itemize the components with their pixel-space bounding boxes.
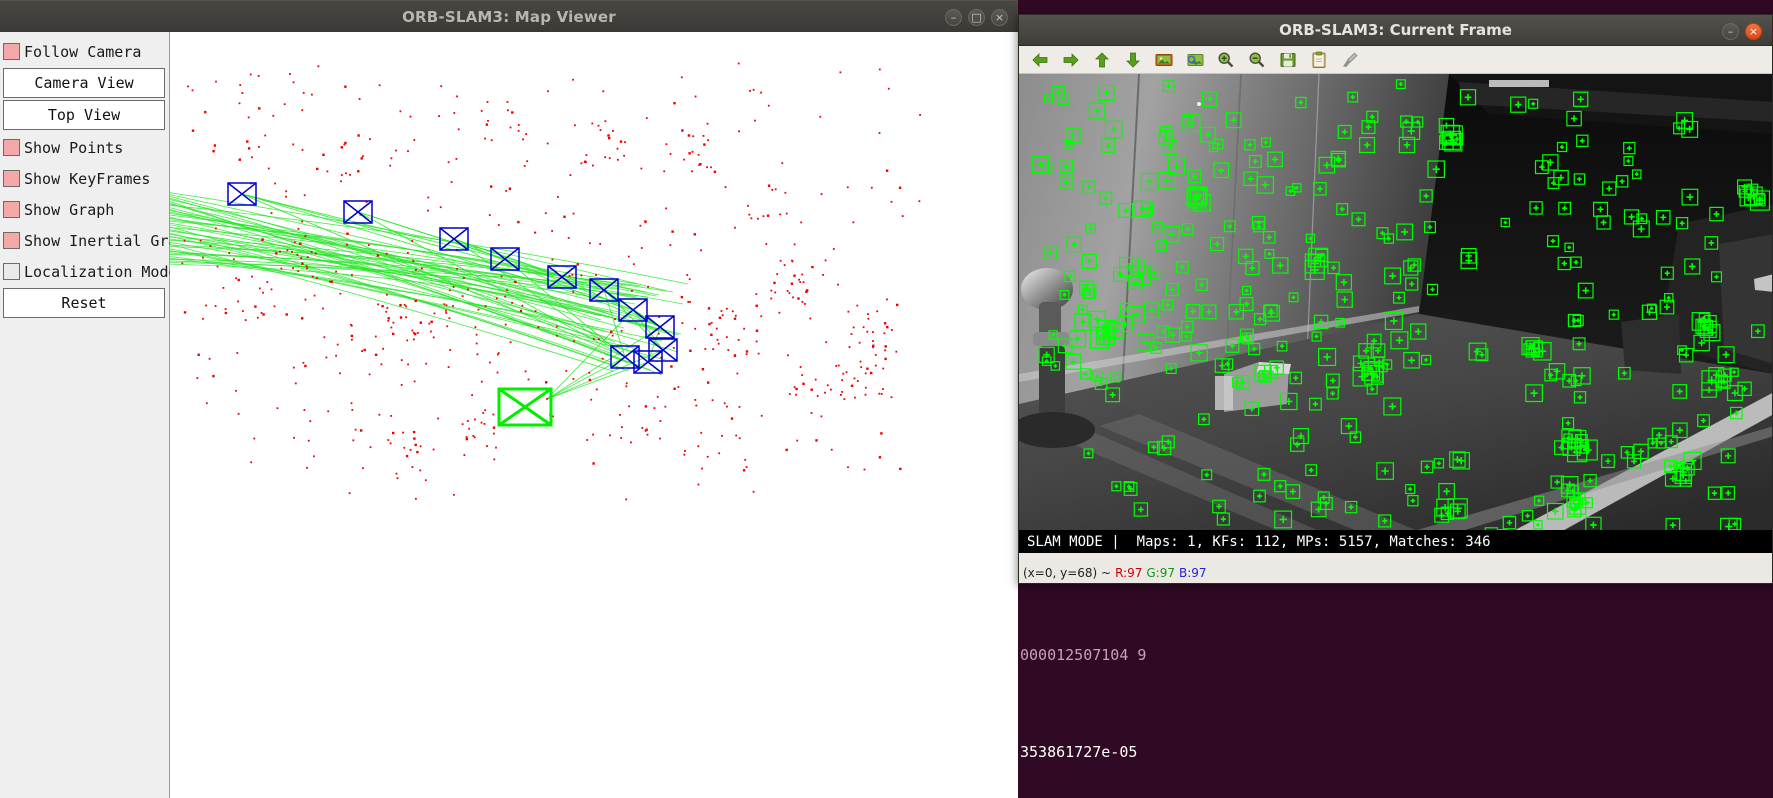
keyframe-frustum xyxy=(227,182,257,206)
screen: caseyd@ubuntu:~/catkin_ws/src/ORB_SLAM3$… xyxy=(0,0,1773,798)
keyframe-frustum xyxy=(589,278,619,302)
checkbox-box-show-inertial-graph[interactable] xyxy=(3,232,20,249)
current-frame-titlebar[interactable]: ORB-SLAM3: Current Frame – × xyxy=(1019,15,1772,46)
close-icon[interactable]: × xyxy=(1745,22,1762,40)
keyframe-frustum xyxy=(497,387,553,427)
orb-feature-render xyxy=(1019,74,1772,544)
close-glyph: × xyxy=(994,10,1005,24)
terminal-line-1: 353861727e-05 xyxy=(1020,743,1138,761)
label-show-points: Show Points xyxy=(24,138,124,157)
current-frame-title: ORB-SLAM3: Current Frame xyxy=(1279,21,1512,39)
checkbox-box-show-keyframes[interactable] xyxy=(3,170,20,187)
map-viewer-3d-canvas[interactable] xyxy=(170,32,1018,798)
clipboard-icon[interactable] xyxy=(1308,49,1330,71)
minimize-icon[interactable]: – xyxy=(945,8,962,26)
checkbox-show-points[interactable]: Show Points xyxy=(2,132,169,163)
terminal-line-0: 000012507104 9 xyxy=(1020,646,1147,664)
minimize-icon[interactable]: – xyxy=(1722,22,1739,40)
brush-icon[interactable] xyxy=(1339,49,1361,71)
down-icon[interactable] xyxy=(1122,49,1144,71)
map-viewer-body: Follow Camera Camera View Top View Show … xyxy=(0,32,1018,798)
pixel-red: R:97 xyxy=(1115,566,1143,580)
map-viewer-window-controls: – □ × xyxy=(945,1,1008,33)
maximize-glyph: □ xyxy=(971,10,982,24)
minimize-glyph: – xyxy=(1727,24,1734,38)
map-render xyxy=(170,62,921,501)
label-show-graph: Show Graph xyxy=(24,200,115,219)
keyframe-frustum xyxy=(648,338,678,362)
save-icon[interactable] xyxy=(1277,49,1299,71)
checkbox-box-localization-mode[interactable] xyxy=(3,263,20,280)
current-frame-status-bar: SLAM MODE | Maps: 1, KFs: 112, MPs: 5157… xyxy=(1019,530,1772,553)
label-localization-mode: Localization Mode xyxy=(24,262,178,281)
image-search-icon[interactable] xyxy=(1184,49,1206,71)
map-viewer-title: ORB-SLAM3: Map Viewer xyxy=(402,7,616,26)
label-follow-camera: Follow Camera xyxy=(24,42,142,61)
pixel-blue: B:97 xyxy=(1178,566,1207,580)
checkbox-box-follow-camera[interactable] xyxy=(3,43,20,60)
button-top-view[interactable]: Top View xyxy=(3,100,165,130)
current-frame-toolbar xyxy=(1019,46,1772,74)
current-frame-window[interactable]: ORB-SLAM3: Current Frame – × SLAM MODE |… xyxy=(1018,14,1773,584)
current-frame-image[interactable] xyxy=(1019,74,1772,544)
back-icon[interactable] xyxy=(1029,49,1051,71)
checkbox-show-inertial-graph[interactable]: Show Inertial Graph xyxy=(2,225,196,256)
current-frame-window-controls: – × xyxy=(1722,15,1762,47)
zoom-out-icon[interactable] xyxy=(1246,49,1268,71)
close-glyph: × xyxy=(1748,24,1759,38)
map-viewer-control-panel: Follow Camera Camera View Top View Show … xyxy=(0,32,196,798)
pixel-coords: (x=0, y=68) ~ xyxy=(1023,566,1112,580)
forward-icon[interactable] xyxy=(1060,49,1082,71)
map-viewer-titlebar[interactable]: ORB-SLAM3: Map Viewer – □ × xyxy=(0,0,1018,32)
close-icon[interactable]: × xyxy=(991,8,1008,26)
keyframe-frustum xyxy=(490,247,520,271)
checkbox-box-show-graph[interactable] xyxy=(3,201,20,218)
checkbox-localization-mode[interactable]: Localization Mode xyxy=(2,256,178,287)
keyframe-frustum xyxy=(343,200,373,224)
checkbox-follow-camera[interactable]: Follow Camera xyxy=(2,36,169,67)
checkbox-box-show-points[interactable] xyxy=(3,139,20,156)
pixel-green: G:97 xyxy=(1146,566,1175,580)
checkbox-show-keyframes[interactable]: Show KeyFrames xyxy=(2,163,169,194)
button-reset[interactable]: Reset xyxy=(3,288,165,318)
maximize-icon[interactable]: □ xyxy=(968,8,985,26)
minimize-glyph: – xyxy=(950,10,957,24)
button-camera-view[interactable]: Camera View xyxy=(3,68,165,98)
checkbox-show-graph[interactable]: Show Graph xyxy=(2,194,169,225)
image-icon[interactable] xyxy=(1153,49,1175,71)
up-icon[interactable] xyxy=(1091,49,1113,71)
current-frame-pixel-info: (x=0, y=68) ~ R:97 G:97 B:97 xyxy=(1019,563,1772,583)
zoom-in-icon[interactable] xyxy=(1215,49,1237,71)
map-viewer-window[interactable]: ORB-SLAM3: Map Viewer – □ × Follow Camer… xyxy=(0,0,1018,798)
label-show-keyframes: Show KeyFrames xyxy=(24,169,151,188)
